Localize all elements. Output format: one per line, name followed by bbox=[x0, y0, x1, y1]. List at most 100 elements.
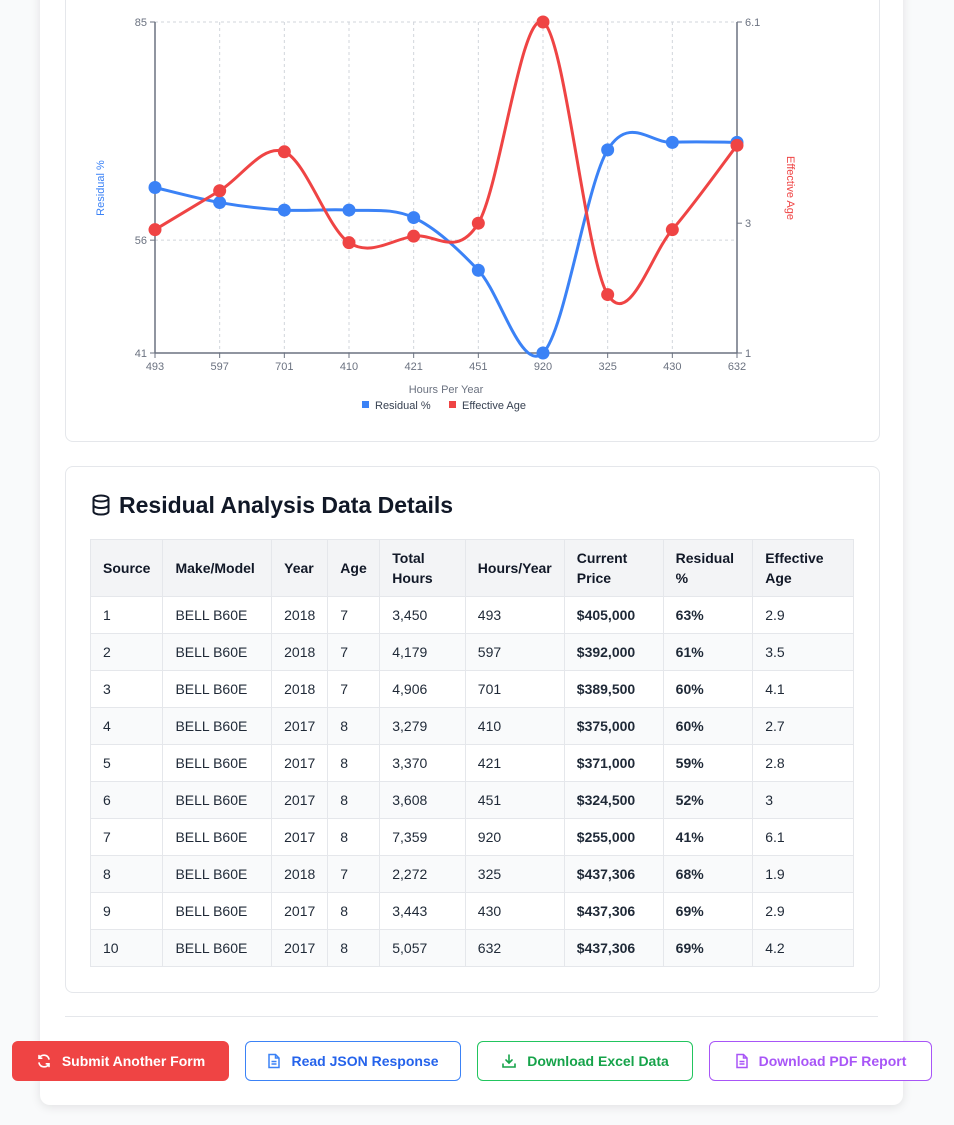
table-cell: 430 bbox=[464, 892, 565, 930]
table-cell: 7,359 bbox=[379, 818, 466, 856]
x-tick-label: 430 bbox=[663, 361, 681, 373]
y-tick-label: 85 bbox=[135, 17, 147, 29]
pdf-label: Download PDF Report bbox=[758, 1053, 907, 1069]
table-cell: 1 bbox=[89, 596, 164, 634]
data-point bbox=[342, 236, 356, 250]
table-cell: 2018 bbox=[271, 596, 329, 634]
data-point bbox=[277, 203, 291, 217]
table-cell: 3,450 bbox=[379, 596, 466, 634]
x-tick-label: 920 bbox=[534, 361, 552, 373]
table-cell: 52% bbox=[662, 781, 754, 819]
table-cell: 4.1 bbox=[752, 670, 854, 708]
table-cell: 69% bbox=[662, 929, 754, 967]
x-tick-label: 701 bbox=[275, 361, 293, 373]
download-excel-button[interactable]: Download Excel Data bbox=[477, 1041, 693, 1081]
file-text-icon bbox=[267, 1053, 281, 1069]
table-cell: 2,272 bbox=[379, 855, 466, 893]
data-point bbox=[601, 288, 615, 302]
table-cell: 61% bbox=[662, 633, 754, 671]
data-point bbox=[730, 138, 744, 152]
section-title: Residual Analysis Data Details bbox=[119, 491, 454, 518]
y2-axis-title: Effective Age bbox=[784, 156, 796, 220]
table-cell: BELL B60E bbox=[162, 855, 273, 893]
table-cell: 2.8 bbox=[752, 744, 854, 782]
table-cell: 410 bbox=[464, 707, 565, 745]
data-point bbox=[665, 135, 679, 149]
table-cell: BELL B60E bbox=[162, 744, 273, 782]
data-point bbox=[342, 203, 356, 217]
download-icon bbox=[501, 1053, 517, 1069]
table-cell: 68% bbox=[662, 855, 754, 893]
data-table: Source Make/Model Year Age Total Hours Hours/… bbox=[89, 539, 854, 967]
table-cell: 451 bbox=[464, 781, 565, 819]
download-pdf-button[interactable]: Download PDF Report bbox=[709, 1041, 932, 1081]
table-cell: 7 bbox=[327, 596, 381, 634]
x-tick-label: 493 bbox=[146, 361, 164, 373]
table-cell: 63% bbox=[662, 596, 754, 634]
table-cell: 9 bbox=[89, 892, 164, 930]
table-cell: 69% bbox=[662, 892, 754, 930]
table-cell: 8 bbox=[327, 744, 381, 782]
table-cell: $255,000 bbox=[563, 818, 664, 856]
table-header-row: Source Make/Model Year Age Total Hours Hours/… bbox=[89, 539, 854, 597]
x-tick-label: 325 bbox=[598, 361, 616, 373]
table-cell: 2017 bbox=[271, 707, 329, 745]
data-point bbox=[471, 263, 485, 277]
table-cell: BELL B60E bbox=[162, 929, 273, 967]
legend-swatch bbox=[362, 401, 369, 408]
table-cell: $437,306 bbox=[563, 892, 664, 930]
table-cell: $371,000 bbox=[563, 744, 664, 782]
y2-tick-label: 1 bbox=[745, 348, 751, 360]
column-header: Residual % bbox=[662, 539, 754, 597]
section-header: Residual Analysis Data Details bbox=[91, 490, 453, 520]
column-header: Hours/Year bbox=[464, 539, 565, 597]
column-header: Effective Age bbox=[752, 539, 854, 597]
table-cell: 3,443 bbox=[379, 892, 466, 930]
table-cell: 8 bbox=[327, 929, 381, 967]
table-cell: 3 bbox=[89, 670, 164, 708]
data-point bbox=[601, 143, 615, 157]
data-point bbox=[536, 346, 550, 360]
data-point bbox=[213, 196, 227, 210]
read-json-button[interactable]: Read JSON Response bbox=[245, 1041, 461, 1081]
legend-label: Residual % bbox=[375, 400, 431, 412]
table-cell: 2017 bbox=[271, 818, 329, 856]
x-tick-label: 421 bbox=[404, 361, 422, 373]
table-cell: 2018 bbox=[271, 670, 329, 708]
y-tick-label: 41 bbox=[135, 348, 147, 360]
table-cell: 2017 bbox=[271, 781, 329, 819]
table-cell: 2018 bbox=[271, 633, 329, 671]
table-cell: 7 bbox=[327, 855, 381, 893]
table-cell: 5 bbox=[89, 744, 164, 782]
table-cell: BELL B60E bbox=[162, 818, 273, 856]
data-point bbox=[148, 181, 162, 194]
table-cell: 3,370 bbox=[379, 744, 466, 782]
table-row: 10 BELL B60E 2017 8 5,057 632 $437,306 69% 4.2 bbox=[89, 929, 854, 967]
table-cell: 701 bbox=[464, 670, 565, 708]
data-point bbox=[213, 184, 227, 198]
json-label: Read JSON Response bbox=[291, 1053, 439, 1069]
series-line-1 bbox=[154, 20, 739, 305]
table-cell: 2017 bbox=[271, 744, 329, 782]
table-row: 1 BELL B60E 2018 7 3,450 493 $405,000 63% 2.9 bbox=[89, 596, 854, 634]
table-row: 2 BELL B60E 2018 7 4,179 597 $392,000 61% 3.5 bbox=[89, 633, 854, 671]
table-cell: 2.7 bbox=[752, 707, 854, 745]
table-cell: 60% bbox=[662, 670, 754, 708]
file-pdf-icon bbox=[735, 1053, 749, 1069]
table-cell: 3 bbox=[752, 781, 854, 819]
table-cell: 2018 bbox=[271, 855, 329, 893]
residual-chart: 85 56 41 6.1 3 1 493 597 701 410 421 451 920 325 430 63… bbox=[95, 15, 796, 412]
table-cell: 3.5 bbox=[752, 633, 854, 671]
x-tick-label: 632 bbox=[728, 361, 746, 373]
table-cell: 2017 bbox=[271, 892, 329, 930]
y2-tick-label: 3 bbox=[745, 218, 751, 230]
table-cell: $375,000 bbox=[563, 707, 664, 745]
table-cell: 597 bbox=[464, 633, 565, 671]
table-row: 8 BELL B60E 2018 7 2,272 325 $437,306 68% 1.9 bbox=[89, 855, 854, 893]
x-axis-title: Hours Per Year bbox=[409, 384, 484, 396]
data-point bbox=[277, 145, 291, 159]
y-axis-title: Residual % bbox=[95, 160, 107, 216]
data-point bbox=[407, 211, 421, 225]
submit-another-form-button[interactable]: Submit Another Form bbox=[12, 1041, 229, 1081]
table-cell: 7 bbox=[89, 818, 164, 856]
